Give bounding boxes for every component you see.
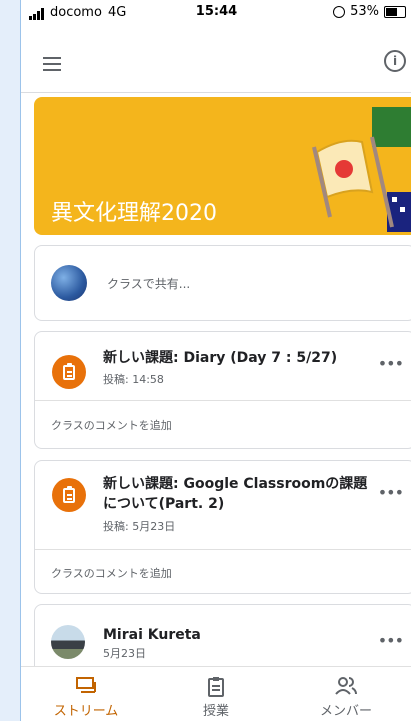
share-box[interactable]: クラスで共有... <box>34 245 411 321</box>
assignment-icon <box>52 355 86 389</box>
add-comment[interactable]: クラスのコメントを追加 <box>51 565 172 581</box>
post-title[interactable]: 新しい課題: Google Classroomの課題について(Part. 2) <box>103 474 373 514</box>
class-banner[interactable]: 異文化理解2020 <box>34 97 411 235</box>
bottom-nav: ストリーム 授業 メンバー <box>21 666 411 721</box>
post-meta: 5月23日 <box>103 647 146 660</box>
more-options-icon[interactable]: ••• <box>378 631 404 650</box>
post-meta: 投稿: 5月23日 <box>103 520 176 533</box>
post-card[interactable]: 新しい課題: Diary (Day 7 : 5/27) 投稿: 14:58 ••… <box>34 331 411 449</box>
divider <box>35 549 411 550</box>
status-right: 53% <box>333 4 406 19</box>
people-icon <box>335 677 357 695</box>
add-comment[interactable]: クラスのコメントを追加 <box>51 417 172 433</box>
nav-stream[interactable]: ストリーム <box>21 667 151 721</box>
nav-label: ストリーム <box>53 704 119 719</box>
left-margin <box>0 0 20 721</box>
class-title: 異文化理解2020 <box>51 201 217 226</box>
stream-icon <box>76 677 96 693</box>
app-bar: i <box>21 26 411 93</box>
share-placeholder[interactable]: クラスで共有... <box>107 275 190 292</box>
more-options-icon[interactable]: ••• <box>378 354 404 373</box>
nav-label: 授業 <box>202 704 229 719</box>
menu-icon[interactable] <box>43 57 61 75</box>
battery-icon <box>384 5 406 18</box>
author-avatar <box>51 625 85 659</box>
rotation-lock-icon <box>333 5 346 18</box>
nav-people[interactable]: メンバー <box>281 667 411 721</box>
classwork-icon <box>208 677 224 697</box>
flags-illustration <box>312 107 411 232</box>
battery-percent: 53% <box>350 4 379 19</box>
status-bar: docomo 4G 15:44 53% <box>21 0 411 26</box>
assignment-icon <box>52 478 86 512</box>
user-avatar <box>51 265 87 301</box>
info-icon[interactable]: i <box>384 50 406 72</box>
post-title[interactable]: 新しい課題: Diary (Day 7 : 5/27) <box>103 348 373 368</box>
nav-classwork[interactable]: 授業 <box>151 667 281 721</box>
more-options-icon[interactable]: ••• <box>378 483 404 502</box>
post-card[interactable]: 新しい課題: Google Classroomの課題について(Part. 2) … <box>34 460 411 594</box>
divider <box>35 400 411 401</box>
nav-label: メンバー <box>319 704 372 719</box>
phone-screen: docomo 4G 15:44 53% i 異文化理解2020 クラスで共有..… <box>20 0 411 721</box>
post-meta: 投稿: 14:58 <box>103 373 164 386</box>
post-author: Mirai Kureta <box>103 627 201 643</box>
